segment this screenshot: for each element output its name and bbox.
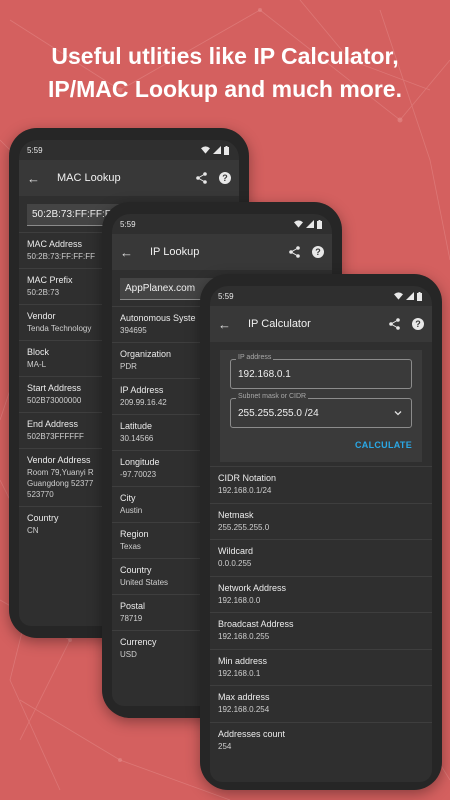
- share-icon[interactable]: [196, 172, 207, 184]
- result-row: Netmask 255.255.255.0: [210, 502, 432, 540]
- wifi-icon: [201, 146, 210, 154]
- result-row: CIDR Notation 192.168.0.1/24: [210, 466, 432, 503]
- promo-headline: Useful utlities like IP Calculator, IP/M…: [0, 40, 450, 106]
- subnet-mask-label: Subnet mask or CIDR: [236, 393, 309, 400]
- headline-line-1: Useful utlities like IP Calculator,: [51, 43, 399, 69]
- subnet-mask-select[interactable]: Subnet mask or CIDR 255.255.255.0 /24: [230, 393, 412, 428]
- phone-ip-calculator: 5:59 ← IP Calculator ? IP address 192.16…: [200, 274, 442, 790]
- result-value: 0.0.0.255: [218, 559, 252, 569]
- result-list: CIDR Notation 192.168.0.1/24 Netmask 255.25…: [210, 466, 432, 758]
- screen-title: IP Calculator: [248, 318, 311, 330]
- result-label: Addresses count: [218, 728, 286, 739]
- result-value: 192.168.0.1: [218, 668, 261, 678]
- result-label: Wildcard: [218, 546, 254, 557]
- result-value: 192.168.0.254: [218, 705, 270, 715]
- wifi-icon: [294, 220, 303, 228]
- screen-title: IP Lookup: [150, 246, 200, 258]
- result-label: Netmask: [218, 509, 254, 520]
- chevron-down-icon: [394, 411, 402, 416]
- result-row: Network Address 192.168.0.0: [210, 575, 432, 613]
- subnet-mask-value: 255.255.255.0 /24: [238, 407, 319, 419]
- back-arrow-icon[interactable]: ←: [27, 171, 43, 186]
- battery-icon: [417, 291, 422, 301]
- ip-address-label: IP address: [236, 354, 274, 361]
- back-arrow-icon[interactable]: ←: [218, 317, 234, 332]
- result-value: 192.168.0.255: [218, 632, 270, 642]
- help-icon[interactable]: ?: [219, 172, 231, 184]
- calculator-form: IP address 192.168.0.1 Subnet mask or CI…: [220, 350, 422, 462]
- result-value: 255.255.255.0: [218, 522, 270, 532]
- result-label: Min address: [218, 655, 268, 666]
- app-bar: ← IP Lookup ?: [112, 234, 332, 270]
- result-row: Addresses count 254: [210, 721, 432, 759]
- status-time: 5:59: [218, 291, 234, 301]
- headline-line-2: IP/MAC Lookup and much more.: [48, 76, 402, 102]
- result-label: Network Address: [218, 582, 287, 593]
- signal-icon: [406, 292, 414, 300]
- status-time: 5:59: [27, 145, 43, 155]
- status-bar: 5:59: [112, 214, 332, 234]
- back-arrow-icon[interactable]: ←: [120, 245, 136, 260]
- battery-icon: [224, 145, 229, 155]
- result-value: 192.168.0.1/24: [218, 486, 272, 496]
- battery-icon: [317, 219, 322, 229]
- ip-address-field[interactable]: IP address 192.168.0.1: [230, 354, 412, 389]
- status-bar: 5:59: [210, 286, 432, 306]
- screen-title: MAC Lookup: [57, 172, 121, 184]
- app-bar: ← IP Calculator ?: [210, 306, 432, 342]
- status-bar: 5:59: [19, 140, 239, 160]
- wifi-icon: [394, 292, 403, 300]
- calculate-button[interactable]: CALCULATE: [230, 437, 412, 453]
- app-bar: ← MAC Lookup ?: [19, 160, 239, 196]
- status-time: 5:59: [120, 219, 136, 229]
- result-label: Max address: [218, 692, 270, 703]
- result-row: Min address 192.168.0.1: [210, 648, 432, 686]
- result-row: Broadcast Address 192.168.0.255: [210, 612, 432, 649]
- help-icon[interactable]: ?: [412, 318, 424, 330]
- ip-address-value: 192.168.0.1: [238, 368, 291, 380]
- signal-icon: [213, 146, 221, 154]
- result-label: CIDR Notation: [218, 473, 277, 484]
- help-icon[interactable]: ?: [312, 246, 324, 258]
- share-icon[interactable]: [289, 246, 300, 258]
- result-row: Max address 192.168.0.254: [210, 685, 432, 722]
- result-value: 192.168.0.0: [218, 595, 261, 605]
- result-label: Broadcast Address: [218, 619, 294, 630]
- share-icon[interactable]: [389, 318, 400, 330]
- result-row: Wildcard 0.0.0.255: [210, 539, 432, 576]
- signal-icon: [306, 220, 314, 228]
- result-value: 254: [218, 741, 232, 751]
